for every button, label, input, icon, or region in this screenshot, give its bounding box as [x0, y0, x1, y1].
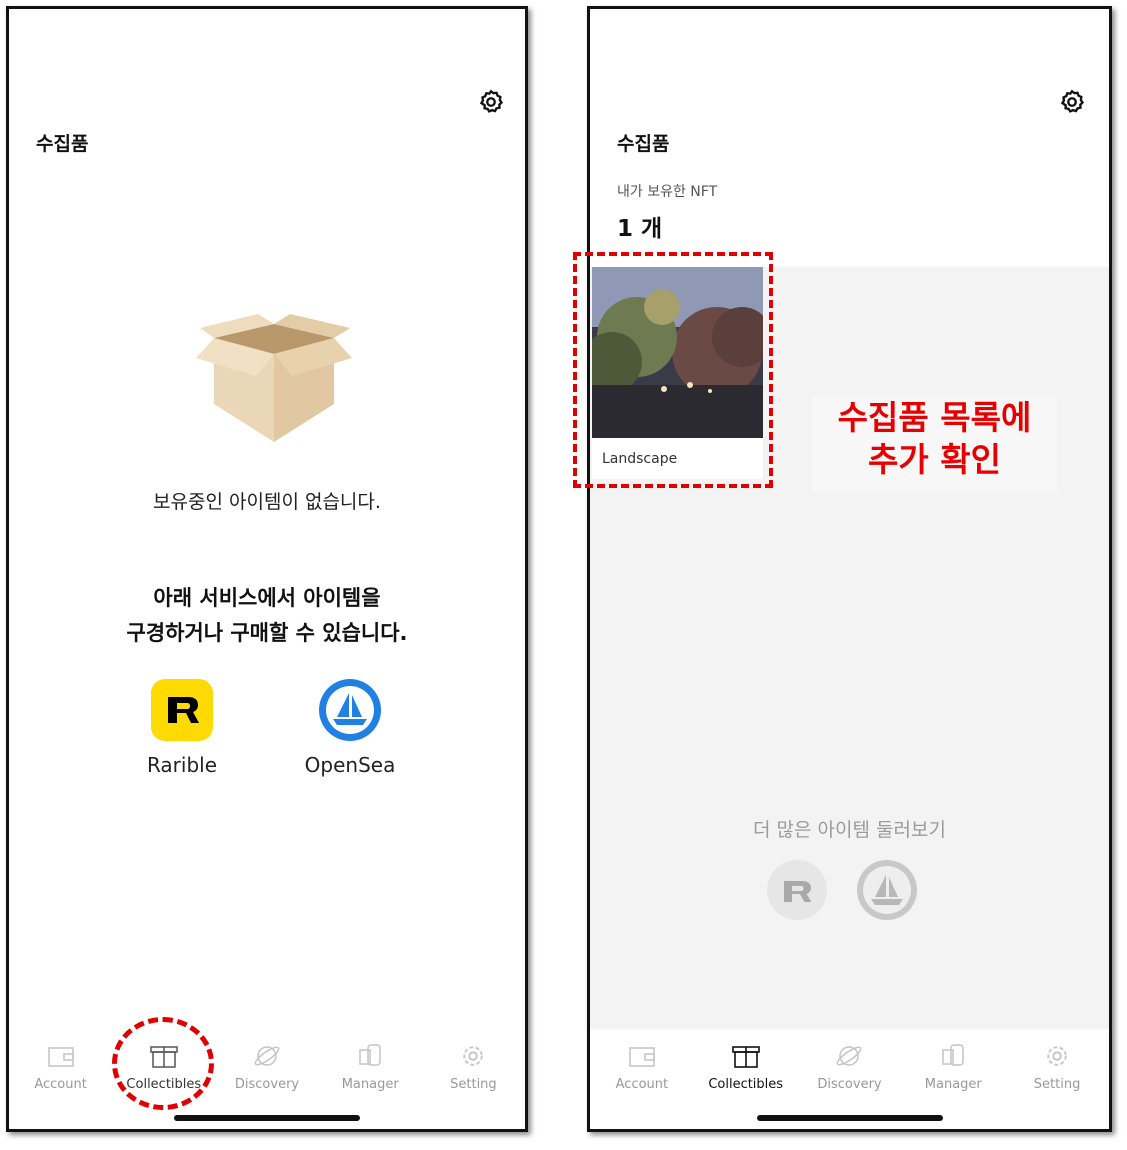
tab-setting[interactable]: Setting — [1005, 1029, 1109, 1119]
rarible-logo-icon — [151, 679, 213, 741]
tab-account[interactable]: Account — [590, 1029, 694, 1119]
opensea-label: OpenSea — [304, 753, 396, 777]
phone-screen-empty: 수집품 보유중인 아이템이 없습니다. 아래 서비스에서 아이템을 구경하거나 … — [6, 6, 528, 1132]
nft-count: 1 개 — [617, 216, 663, 242]
browse-message: 아래 서비스에서 아이템을 구경하거나 구매할 수 있습니다. — [9, 581, 525, 651]
browse-message-line: 구경하거나 구매할 수 있습니다. — [126, 621, 408, 645]
phone-screen-collection: 수집품 내가 보유한 NFT 1 개 Landscape 수집품 목록에 추가 … — [587, 6, 1112, 1132]
annotation-callout: 수집품 목록에 추가 확인 — [812, 397, 1057, 481]
tab-label: Account — [34, 1077, 87, 1092]
manager-icon — [359, 1044, 381, 1066]
rarible-logo-icon[interactable] — [766, 859, 828, 921]
tab-label: Setting — [450, 1077, 497, 1092]
planet-icon — [254, 1046, 280, 1066]
tab-setting[interactable]: Setting — [422, 1029, 525, 1119]
opensea-logo-icon[interactable] — [856, 859, 918, 921]
empty-message: 보유중인 아이템이 없습니다. — [153, 491, 381, 513]
settings-button[interactable] — [474, 85, 508, 119]
highlight-nft-card — [573, 252, 773, 488]
tab-collectibles[interactable]: Collectibles — [694, 1029, 798, 1119]
gear-icon — [463, 1046, 484, 1066]
page-title: 수집품 — [36, 133, 89, 155]
tab-bar: Account Collectibles Discovery Manager S… — [590, 1029, 1109, 1119]
gear-icon — [1060, 89, 1085, 113]
gift-box-icon — [731, 1046, 760, 1068]
tab-label: Collectibles — [708, 1077, 784, 1092]
tab-label: Discovery — [817, 1077, 882, 1092]
opensea-service-link[interactable]: OpenSea — [290, 679, 410, 777]
tab-discovery[interactable]: Discovery — [215, 1029, 318, 1119]
tab-discovery[interactable]: Discovery — [798, 1029, 902, 1119]
home-indicator — [174, 1115, 360, 1121]
tab-manager[interactable]: Manager — [901, 1029, 1005, 1119]
planet-icon — [837, 1046, 862, 1066]
settings-button[interactable] — [1055, 85, 1089, 119]
gear-icon — [479, 89, 504, 113]
manager-icon — [942, 1044, 965, 1066]
nft-count-label: 내가 보유한 NFT — [617, 184, 718, 200]
highlight-collectibles-tab — [112, 1017, 214, 1110]
tab-label: Account — [615, 1077, 669, 1092]
tab-label: Manager — [341, 1077, 399, 1092]
tab-manager[interactable]: Manager — [319, 1029, 422, 1119]
more-items-message: 더 많은 아이템 둘러보기 — [753, 819, 946, 841]
wallet-icon — [47, 1047, 74, 1067]
empty-box-icon — [196, 314, 352, 442]
home-indicator — [756, 1115, 943, 1121]
rarible-service-link[interactable]: Rarible — [122, 679, 242, 777]
tab-bar: Account Collectibles Discovery Manager S… — [9, 1029, 525, 1119]
callout-line: 추가 확인 — [868, 440, 1001, 479]
gear-icon — [1047, 1046, 1067, 1066]
tab-label: Manager — [924, 1077, 982, 1092]
tab-label: Setting — [1033, 1077, 1081, 1092]
tab-account[interactable]: Account — [9, 1029, 112, 1119]
browse-message-line: 아래 서비스에서 아이템을 — [153, 586, 381, 610]
rarible-label: Rarible — [146, 753, 218, 777]
tab-label: Discovery — [234, 1077, 300, 1092]
callout-line: 수집품 목록에 — [837, 398, 1032, 437]
wallet-icon — [629, 1047, 655, 1067]
page-title: 수집품 — [617, 133, 670, 155]
opensea-logo-icon — [319, 679, 381, 741]
